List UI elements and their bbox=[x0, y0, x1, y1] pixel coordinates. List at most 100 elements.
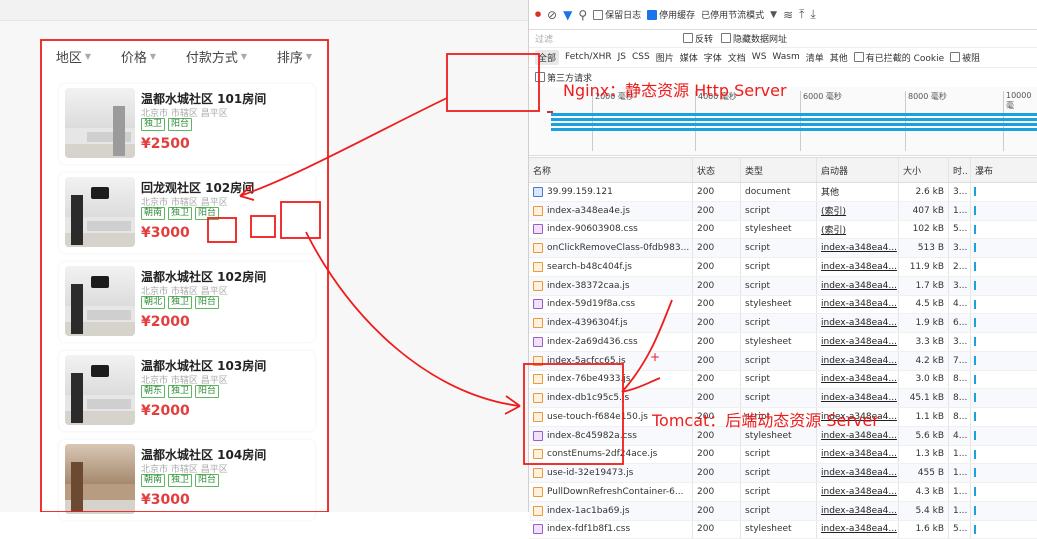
waterfall-bar bbox=[974, 487, 976, 496]
timeline-tick: 10000 毫 bbox=[1003, 91, 1037, 151]
column-header-type[interactable]: 类型 bbox=[741, 158, 817, 182]
hide-data-urls-checkbox[interactable]: 隐藏数据网址 bbox=[721, 32, 787, 45]
download-icon[interactable]: ⤓ bbox=[810, 7, 815, 22]
blocked-cookies-checkbox[interactable]: 有已拦截的 Cookie bbox=[854, 51, 944, 64]
type-filter-other[interactable]: 其他 bbox=[830, 51, 848, 64]
request-initiator-link[interactable]: (索引) bbox=[821, 204, 846, 217]
request-initiator-link[interactable]: index-a348ea4... bbox=[821, 449, 897, 459]
type-filter-media[interactable]: 媒体 bbox=[680, 51, 698, 64]
column-header-size[interactable]: 大小 bbox=[899, 158, 949, 182]
request-initiator-link[interactable]: index-a348ea4... bbox=[821, 487, 897, 497]
filter-input[interactable]: 过滤 bbox=[535, 32, 675, 45]
request-initiator-link[interactable]: index-a348ea4... bbox=[821, 393, 897, 403]
filter-tab-region[interactable]: 地区 ▼ bbox=[56, 47, 91, 66]
request-row[interactable]: index-76be4933.js200scriptindex-a348ea4.… bbox=[529, 371, 1037, 390]
house-tags: 独卫 阳台 bbox=[141, 118, 192, 131]
column-header-status[interactable]: 状态 bbox=[693, 158, 741, 182]
type-filter-all[interactable]: 全部 bbox=[535, 50, 559, 65]
request-size: 3.3 kB bbox=[899, 333, 949, 351]
network-conditions-icon[interactable]: ≋ bbox=[783, 8, 793, 22]
request-row[interactable]: search-b48c404f.js200scriptindex-a348ea4… bbox=[529, 258, 1037, 277]
type-filter-css[interactable]: CSS bbox=[632, 52, 650, 62]
request-waterfall bbox=[971, 446, 1037, 464]
disable-cache-checkbox[interactable]: 停用缓存 bbox=[647, 8, 695, 21]
filter-icon[interactable]: ▼ bbox=[563, 8, 572, 22]
house-photo bbox=[65, 266, 135, 336]
search-icon[interactable]: ⚲ bbox=[578, 8, 587, 22]
js-file-icon bbox=[533, 206, 543, 216]
type-filter-doc[interactable]: 文档 bbox=[728, 51, 746, 64]
request-name: index-8c45982a.css bbox=[547, 431, 637, 441]
request-name-cell: index-1ac1ba69.js bbox=[529, 502, 693, 520]
preserve-log-checkbox[interactable]: 保留日志 bbox=[593, 8, 641, 21]
blocked-requests-checkbox[interactable]: 被阻 bbox=[950, 51, 980, 64]
request-initiator-link[interactable]: index-a348ea4... bbox=[821, 356, 897, 366]
request-initiator-link[interactable]: (索引) bbox=[821, 223, 846, 236]
column-header-time[interactable]: 时.. bbox=[949, 158, 971, 182]
request-row[interactable]: index-5acfcc65.js200scriptindex-a348ea4.… bbox=[529, 352, 1037, 371]
request-row[interactable]: 39.99.159.121200document其他2.6 kB3... bbox=[529, 183, 1037, 202]
chevron-down-icon[interactable]: ▼ bbox=[770, 10, 777, 20]
house-tag: 独卫 bbox=[168, 296, 192, 309]
house-tags: 朝南 独卫 阳台 bbox=[141, 207, 219, 220]
request-row[interactable]: constEnums-2df24ace.js200scriptindex-a34… bbox=[529, 446, 1037, 465]
request-initiator-link[interactable]: index-a348ea4... bbox=[821, 262, 897, 272]
request-row[interactable]: index-fdf1b8f1.css200stylesheetindex-a34… bbox=[529, 521, 1037, 539]
request-status: 200 bbox=[693, 352, 741, 370]
type-filter-font[interactable]: 字体 bbox=[704, 51, 722, 64]
house-card[interactable]: 温都水城社区 104房间 北京市 市辖区 昌平区 朝南 独卫 阳台 ¥3000 bbox=[59, 440, 315, 520]
request-row[interactable]: index-2a69d436.css200stylesheetindex-a34… bbox=[529, 333, 1037, 352]
request-initiator-link[interactable]: index-a348ea4... bbox=[821, 318, 897, 328]
request-initiator-cell: index-a348ea4... bbox=[817, 296, 899, 314]
upload-icon[interactable]: ⤒ bbox=[799, 7, 804, 22]
request-initiator-link[interactable]: index-a348ea4... bbox=[821, 337, 897, 347]
type-filter-manifest[interactable]: 清单 bbox=[806, 51, 824, 64]
column-header-name[interactable]: 名称 bbox=[529, 158, 693, 182]
request-name: index-5acfcc65.js bbox=[547, 356, 626, 366]
request-row[interactable]: use-id-32e19473.js200scriptindex-a348ea4… bbox=[529, 464, 1037, 483]
request-initiator-link[interactable]: index-a348ea4... bbox=[821, 243, 897, 253]
request-name-cell: index-4396304f.js bbox=[529, 314, 693, 332]
type-filter-fetch[interactable]: Fetch/XHR bbox=[565, 52, 612, 62]
house-card[interactable]: 温都水城社区 101房间 北京市 市辖区 昌平区 独卫 阳台 ¥2500 bbox=[59, 84, 315, 164]
request-row[interactable]: index-4396304f.js200scriptindex-a348ea4.… bbox=[529, 314, 1037, 333]
request-time: 8... bbox=[949, 389, 971, 407]
request-row[interactable]: index-38372caa.js200scriptindex-a348ea4.… bbox=[529, 277, 1037, 296]
request-row[interactable]: index-90603908.css200stylesheet(索引)102 k… bbox=[529, 221, 1037, 240]
request-row[interactable]: onClickRemoveClass-0fdb983...200scriptin… bbox=[529, 239, 1037, 258]
record-icon[interactable]: ⏺ bbox=[535, 7, 541, 22]
filter-tab-payment[interactable]: 付款方式 ▼ bbox=[186, 47, 247, 66]
house-card[interactable]: 回龙观社区 102房间 北京市 市辖区 昌平区 朝南 独卫 阳台 ¥3000 bbox=[59, 173, 315, 253]
chevron-down-icon: ▼ bbox=[85, 52, 91, 61]
request-row[interactable]: index-db1c95c5.js200scriptindex-a348ea4.… bbox=[529, 389, 1037, 408]
filter-tab-label: 价格 bbox=[121, 47, 147, 66]
request-initiator-link[interactable]: index-a348ea4... bbox=[821, 281, 897, 291]
request-status: 200 bbox=[693, 221, 741, 239]
request-initiator-link[interactable]: index-a348ea4... bbox=[821, 506, 897, 516]
request-row[interactable]: PullDownRefreshContainer-6...200scriptin… bbox=[529, 483, 1037, 502]
type-filter-js[interactable]: JS bbox=[618, 52, 626, 62]
type-filter-ws[interactable]: WS bbox=[752, 52, 767, 62]
house-title: 温都水城社区 103房间 bbox=[141, 357, 266, 374]
waterfall-bar bbox=[974, 393, 976, 402]
request-initiator-link[interactable]: index-a348ea4... bbox=[821, 468, 897, 478]
request-row[interactable]: index-59d19f8a.css200stylesheetindex-a34… bbox=[529, 296, 1037, 315]
type-filter-img[interactable]: 图片 bbox=[656, 51, 674, 64]
request-initiator-link[interactable]: index-a348ea4... bbox=[821, 431, 897, 441]
clear-icon[interactable]: ⊘ bbox=[547, 8, 557, 22]
filter-tab-price[interactable]: 价格 ▼ bbox=[121, 47, 156, 66]
request-initiator-link[interactable]: index-a348ea4... bbox=[821, 299, 897, 309]
request-initiator-link[interactable]: index-a348ea4... bbox=[821, 524, 897, 534]
invert-checkbox[interactable]: 反转 bbox=[683, 32, 713, 45]
request-row[interactable]: index-a348ea4e.js200script(索引)407 kB1... bbox=[529, 202, 1037, 221]
filter-tab-sort[interactable]: 排序 ▼ bbox=[277, 47, 312, 66]
request-row[interactable]: index-1ac1ba69.js200scriptindex-a348ea4.… bbox=[529, 502, 1037, 521]
throttling-select[interactable]: 已停用节流模式 bbox=[701, 8, 764, 21]
request-initiator-link[interactable]: index-a348ea4... bbox=[821, 374, 897, 384]
house-card[interactable]: 温都水城社区 103房间 北京市 市辖区 昌平区 朝东 独卫 阳台 ¥2000 bbox=[59, 351, 315, 431]
type-filter-wasm[interactable]: Wasm bbox=[772, 52, 799, 62]
column-header-initiator[interactable]: 启动器 bbox=[817, 158, 899, 182]
column-header-waterfall[interactable]: 瀑布 bbox=[971, 158, 1037, 182]
house-card[interactable]: 温都水城社区 102房间 北京市 市辖区 昌平区 朝北 独卫 阳台 ¥2000 bbox=[59, 262, 315, 342]
waterfall-bar bbox=[974, 450, 976, 459]
